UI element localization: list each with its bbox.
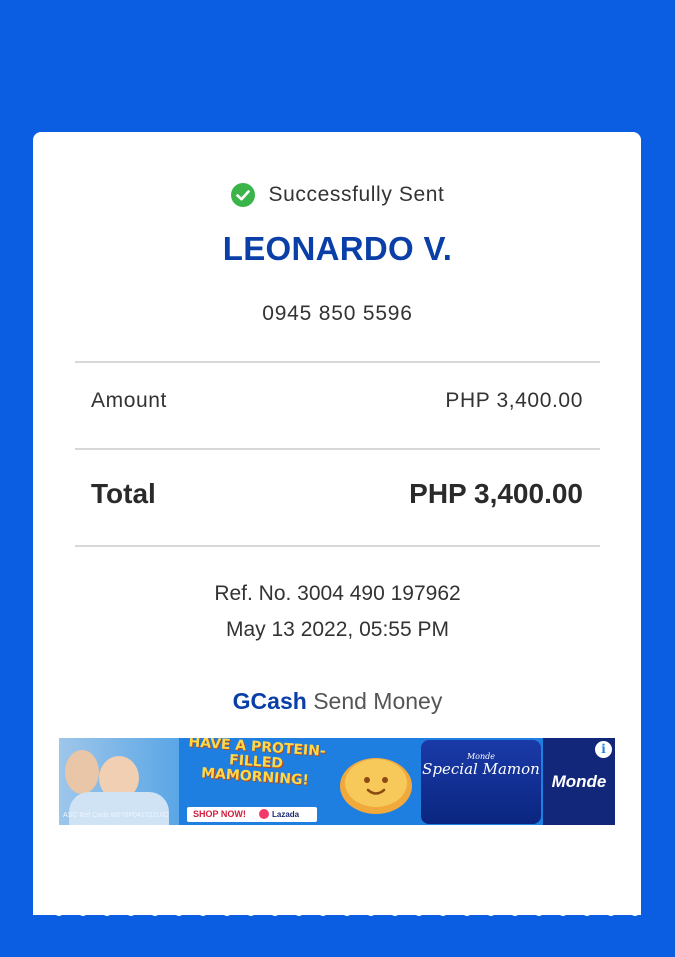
ad-headline: HAVE A PROTEIN-FILLED MAMORNING! — [188, 738, 327, 789]
service-brand: GCash Send Money — [0, 688, 675, 715]
gcash-logo-text: GCash — [232, 688, 307, 714]
service-name: Send Money — [313, 688, 443, 714]
ad-kids-image: ASC Ref Code M078P042722U/C — [59, 738, 179, 825]
check-circle-icon — [230, 183, 255, 207]
lazada-heart-icon — [259, 809, 269, 819]
ad-cta-label: SHOP NOW! — [193, 809, 246, 819]
receipt-screen: { "status": {"text": "Successfully Sent"… — [0, 0, 675, 957]
recipient-phone: 0945 850 5596 — [262, 302, 413, 325]
ad-ref-code: ASC Ref Code M078P042722U/C — [63, 812, 169, 819]
ad-shirt-shape — [69, 792, 169, 825]
info-icon[interactable]: i — [595, 741, 612, 758]
total-value: PHP 3,400.00 — [409, 478, 583, 509]
total-label: Total — [91, 478, 156, 509]
receipt-zigzag-edge — [33, 900, 641, 916]
divider — [75, 448, 600, 450]
amount-label: Amount — [91, 389, 167, 412]
status-text: Successfully Sent — [268, 183, 445, 206]
ad-shop-now[interactable]: SHOP NOW! Lazada — [187, 807, 317, 822]
divider — [75, 545, 600, 547]
ad-child-figure — [65, 750, 99, 794]
ad-store: Lazada — [272, 810, 300, 819]
reference-number: Ref. No. 3004 490 197962 — [214, 582, 461, 605]
transaction-datetime: May 13 2022, 05:55 PM — [226, 618, 449, 641]
amount-value: PHP 3,400.00 — [445, 389, 583, 412]
divider — [75, 361, 600, 363]
mamon-cake-icon — [340, 758, 412, 814]
ad-product-pack: Monde Special Mamon — [421, 740, 541, 824]
recipient-name: LEONARDO V. — [222, 230, 453, 267]
status-row: Successfully Sent — [0, 180, 675, 210]
ad-banner[interactable]: ASC Ref Code M078P042722U/C HAVE A PROTE… — [59, 738, 615, 825]
ad-pack-title: Special Mamon — [422, 760, 540, 778]
